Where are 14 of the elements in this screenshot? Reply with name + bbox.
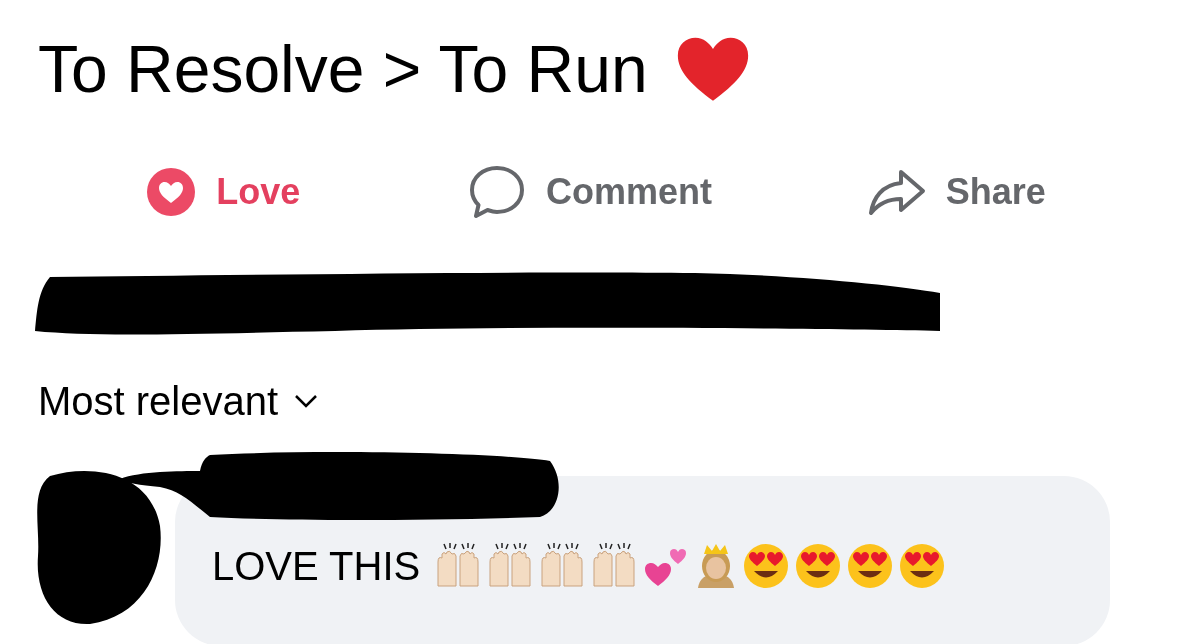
chevron-down-icon [294,393,319,408]
heart-eyes-face-icon [742,541,791,590]
love-button[interactable]: Love [40,164,407,219]
sort-label[interactable]: Most relevant [38,380,279,421]
heart-eyes-face-icon [846,541,895,590]
comment-button[interactable]: Comment [406,164,774,219]
heart-eyes-face-icon [794,541,843,590]
speech-bubble-icon [468,164,526,219]
heart-icon [675,36,750,103]
share-button[interactable]: Share [773,164,1140,219]
post-title: To Resolve > To Run [38,36,648,103]
heart-eyes-face-icon [898,541,947,590]
share-arrow-icon [867,167,926,216]
comment-text: LOVE THIS [212,545,421,586]
